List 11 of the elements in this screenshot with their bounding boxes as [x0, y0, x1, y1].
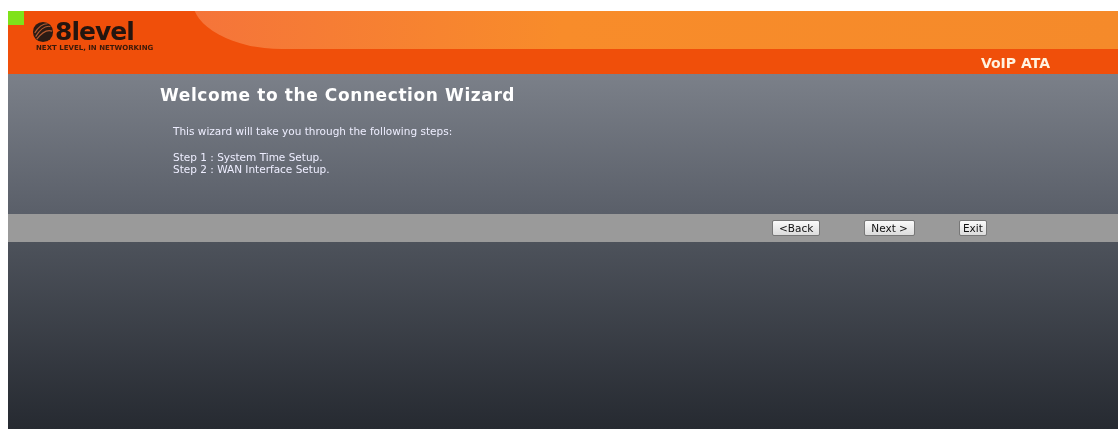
product-name: VoIP ATA [980, 55, 1050, 71]
corner-marker [8, 11, 24, 25]
logo-wordmark: 8level [55, 20, 134, 44]
wizard-step: Step 2 : WAN Interface Setup. [173, 163, 1118, 175]
wizard-button[interactable]: Exit [958, 220, 987, 236]
wizard-step: Step 1 : System Time Setup. [173, 151, 1118, 163]
wizard-button[interactable]: <Back [772, 220, 821, 236]
globe-icon [32, 21, 54, 43]
wizard-button[interactable]: Next > [864, 220, 915, 236]
wizard-title: Welcome to the Connection Wizard [160, 85, 517, 105]
wizard-intro: This wizard will take you through the following steps: [173, 125, 454, 137]
